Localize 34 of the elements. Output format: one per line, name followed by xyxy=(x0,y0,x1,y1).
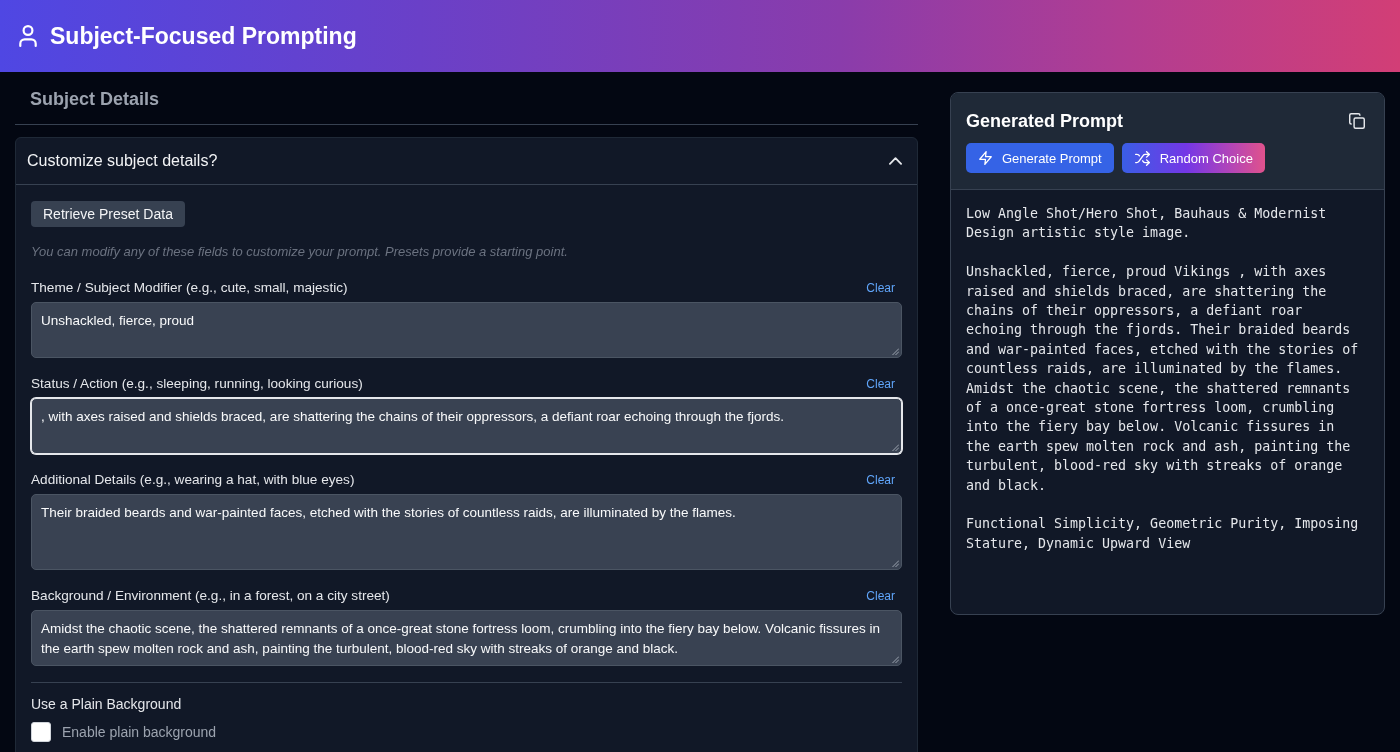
copy-icon[interactable] xyxy=(1349,113,1365,129)
text-area[interactable]: Their braided beards and war-painted faces, etched with the stories of countless raids, are illuminated by the flames. xyxy=(31,494,902,570)
lightning-icon xyxy=(979,151,992,165)
clear-link[interactable]: Clear xyxy=(866,588,895,604)
preset-button[interactable]: Retrieve Preset Data xyxy=(31,201,185,227)
hint-text: You can modify any of these fields to customize your prompt. Presets provide a starting point. xyxy=(31,243,569,261)
random-button[interactable]: Random Choice xyxy=(1121,143,1265,173)
resize-grip-icon[interactable] xyxy=(892,348,899,355)
resize-grip-icon[interactable] xyxy=(892,444,899,451)
generate-button[interactable]: Generate Prompt xyxy=(966,143,1114,173)
resize-grip-icon[interactable] xyxy=(892,656,899,663)
field-label: Additional Details (e.g., wearing a hat, with blue eyes) xyxy=(31,471,355,489)
clear-link[interactable]: Clear xyxy=(866,280,895,296)
shuffle-icon xyxy=(1134,150,1150,166)
panel-title: Generated Prompt xyxy=(966,110,1124,133)
resize-grip-icon[interactable] xyxy=(892,560,899,567)
section-heading: Subject Details xyxy=(30,88,160,111)
app-title: Subject-Focused Prompting xyxy=(50,22,357,51)
clear-link[interactable]: Clear xyxy=(866,376,895,392)
clear-link[interactable]: Clear xyxy=(866,472,895,488)
field-label: Theme / Subject Modifier (e.g., cute, small, majestic) xyxy=(31,279,348,297)
accordion-toggle[interactable]: Customize subject details? xyxy=(16,138,917,185)
checkbox[interactable] xyxy=(31,722,51,742)
prompt-text: Unshackled, fierce, proud Vikings , with axes raised and shields braced, are shattering the chains of their oppressors, a defiant roar echoing through the fjords. Their braided beards and war-painted faces, etched with the stories of countless raids, are illuminated by the flames. Amidst the chaotic scene, the shattered remnants of a once-great stone fortress loom, crumbling into the fiery bay below. Volcanic fissures in the earth spew molten rock and ash, painting the turbulent, blood-red sky with streaks of orange and black. xyxy=(966,263,1360,495)
checkbox-label: Enable plain background xyxy=(62,723,217,742)
text-area[interactable]: Unshackled, fierce, proud xyxy=(31,302,902,358)
prompt-text: Low Angle Shot/Hero Shot, Bauhaus & Modernist Design artistic style image. xyxy=(966,205,1328,243)
user-icon xyxy=(18,25,38,47)
prompt-text: Functional Simplicity, Geometric Purity, Imposing Stature, Dynamic Upward View xyxy=(966,515,1360,553)
text-area[interactable]: , with axes raised and shields braced, are shattering the chains of their oppressors, a defiant roar echoing through the fjords. xyxy=(31,398,902,454)
field-label: Status / Action (e.g., sleeping, running, looking curious) xyxy=(31,375,363,393)
text-area[interactable]: Amidst the chaotic scene, the shattered remnants of a once-great stone fortress loom, crumbling into the fiery bay below. Volcanic fissures in the earth spew molten rock and ash, painting the turbulent, blood-red sky with streaks of orange and black. xyxy=(31,610,902,666)
option-label: Use a Plain Background xyxy=(31,695,183,714)
field-label: Background / Environment (e.g., in a forest, on a city street) xyxy=(31,587,390,605)
